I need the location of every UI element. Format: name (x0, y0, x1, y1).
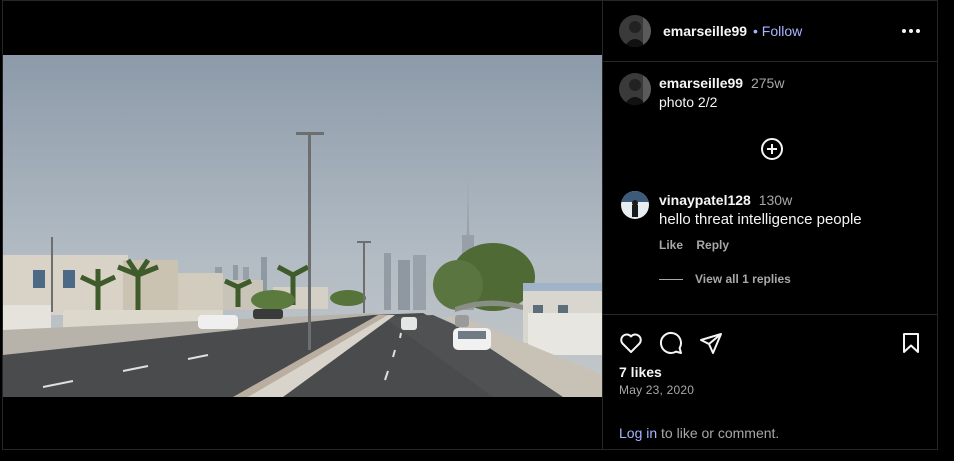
heart-icon[interactable] (619, 331, 643, 355)
comment-icon[interactable] (659, 331, 683, 355)
comment-username[interactable]: vinaypatel128 (659, 192, 751, 208)
avatar[interactable] (619, 73, 651, 105)
login-prompt: Log in to like or comment. (619, 425, 779, 441)
caption-user-line: emarseille99 275w (659, 75, 784, 91)
login-link[interactable]: Log in (619, 425, 657, 441)
comment-user-line: vinaypatel128 130w (659, 192, 792, 208)
paper-plane-icon[interactable] (699, 331, 723, 355)
bookmark-icon[interactable] (899, 331, 923, 355)
caption-text: photo 2/2 (659, 94, 718, 110)
header-user-line: emarseille99 • Follow (663, 23, 802, 39)
post-photo[interactable] (3, 55, 602, 397)
reply-button[interactable]: Reply (696, 238, 729, 252)
comment-item: vinaypatel128 130w hello threat intellig… (621, 191, 921, 291)
profile-photo-icon (619, 15, 651, 47)
like-comment-button[interactable]: Like (659, 238, 683, 252)
avatar[interactable] (619, 15, 651, 47)
comment-actions: Like Reply (659, 238, 739, 252)
replies-divider (659, 279, 683, 281)
comment-text: hello threat intelligence people (659, 211, 862, 228)
post-date[interactable]: May 23, 2020 (619, 383, 694, 397)
profile-photo-icon (621, 191, 649, 219)
caption-username[interactable]: emarseille99 (659, 75, 743, 91)
more-options-icon[interactable] (900, 22, 922, 40)
header-username[interactable]: emarseille99 (663, 23, 747, 39)
avatar[interactable] (621, 191, 649, 219)
separator-dot: • (752, 23, 758, 39)
comment-timestamp[interactable]: 130w (759, 192, 792, 208)
follow-button[interactable]: Follow (762, 23, 802, 39)
caption-timestamp[interactable]: 275w (751, 75, 784, 91)
likes-count[interactable]: 7 likes (619, 364, 662, 380)
plus-circle-icon[interactable] (760, 137, 784, 161)
profile-photo-icon (619, 73, 651, 105)
login-suffix: to like or comment. (657, 425, 780, 441)
view-replies-button[interactable]: View all 1 replies (659, 272, 791, 286)
post-actions-section: 7 likes May 23, 2020 Log in to like or c… (603, 314, 938, 451)
post-side-panel: emarseille99 • Follow emarseille99 275w … (602, 0, 938, 450)
view-replies-label: View all 1 replies (695, 272, 791, 286)
post-header: emarseille99 • Follow (603, 0, 938, 62)
